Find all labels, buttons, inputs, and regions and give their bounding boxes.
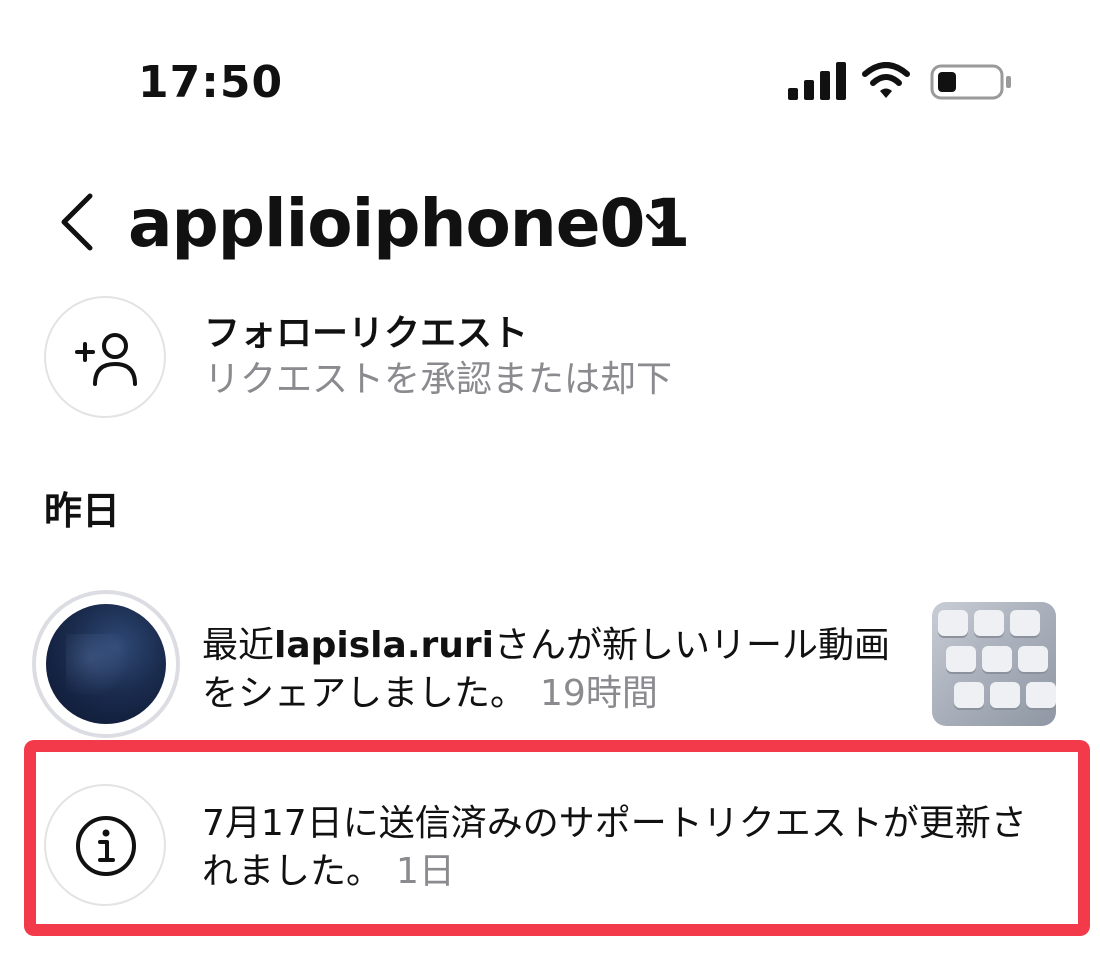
info-icon-circle [44, 784, 166, 906]
notification-text: 最近lapisla.ruriさんが新しいリール動画をシェアしました。 19時間 [202, 622, 922, 718]
notification-text: 7月17日に送信済みのサポートリクエストが更新されました。 1日 [202, 800, 1062, 896]
signal-icon [788, 62, 846, 100]
add-user-icon-circle [44, 296, 166, 418]
avatar [46, 604, 166, 724]
keyboard-key [946, 646, 976, 672]
keyboard-key [1026, 682, 1056, 708]
status-time: 17:50 [138, 57, 284, 108]
notification-message: 7月17日に送信済みのサポートリクエストが更新されました。 [202, 803, 1027, 892]
notification-username[interactable]: lapisla.ruri [274, 625, 494, 666]
keyboard-key [1010, 610, 1040, 636]
keyboard-key [938, 610, 968, 636]
keyboard-key [990, 682, 1020, 708]
add-user-icon [75, 333, 137, 386]
avatar-story-ring[interactable] [32, 590, 180, 738]
notification-item-support[interactable]: 7月17日に送信済みのサポートリクエストが更新されました。 1日 [44, 782, 1064, 912]
section-header-yesterday: 昨日 [44, 489, 121, 533]
follow-request-subtitle: リクエストを承認または却下 [204, 359, 673, 400]
keyboard-key [1018, 646, 1048, 672]
keyboard-key [954, 682, 984, 708]
account-name[interactable]: applioiphone01 [128, 186, 690, 262]
notification-item-reel[interactable]: 最近lapisla.ruriさんが新しいリール動画をシェアしました。 19時間 [32, 588, 1072, 738]
post-thumbnail[interactable] [932, 602, 1056, 726]
follow-request-row[interactable]: フォローリクエスト リクエストを承認または却下 [44, 296, 704, 420]
keyboard-key [974, 610, 1004, 636]
info-icon [76, 816, 136, 876]
follow-request-title: フォローリクエスト [204, 313, 529, 354]
keyboard-key [982, 646, 1012, 672]
notification-time: 19時間 [540, 673, 658, 714]
wifi-icon [862, 62, 910, 98]
battery-icon [930, 64, 1011, 100]
chevron-down-icon[interactable] [642, 208, 676, 234]
notification-prefix: 最近 [202, 625, 275, 666]
back-icon[interactable] [52, 190, 102, 254]
notification-time: 1日 [396, 851, 455, 892]
